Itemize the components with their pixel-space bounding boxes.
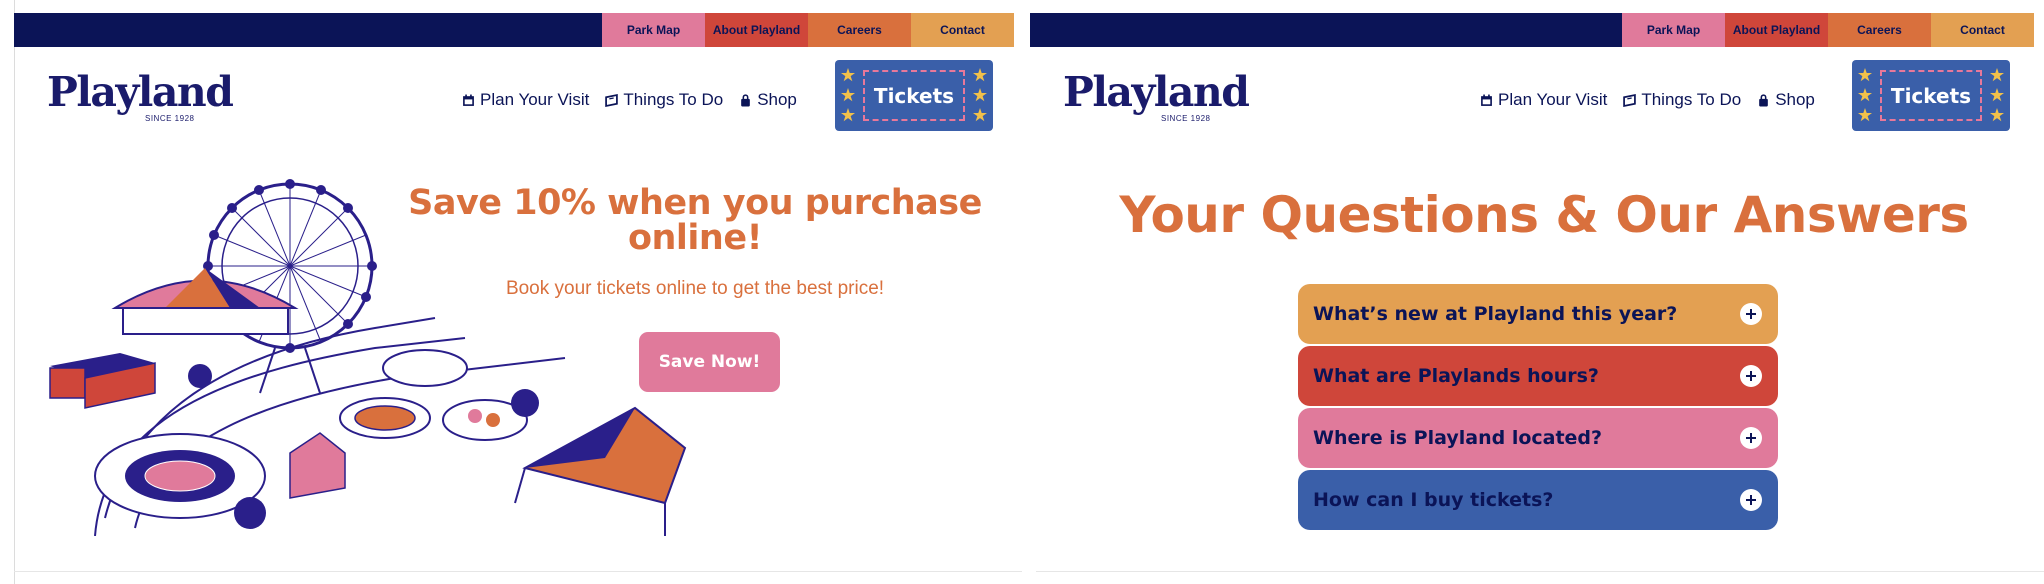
faq-accordion: What’s new at Playland this year? What a… [1298,284,1778,532]
star-icon [973,108,987,122]
section-divider [14,571,1022,572]
utility-nav-bar: Park Map About Playland Careers Contact [14,13,1014,47]
tickets-border: Tickets [863,70,965,121]
star-icon [841,88,855,102]
logo-tagline: SINCE 1928 [1161,114,1211,123]
nav-plan-your-visit[interactable]: Plan Your Visit [462,90,589,110]
main-nav: Plan Your Visit Things To Do Shop [462,90,797,110]
section-divider [1036,571,2044,572]
bag-icon [1759,93,1769,106]
faq-item-buy-tickets[interactable]: How can I buy tickets? [1298,470,1778,530]
utility-link-contact[interactable]: Contact [911,13,1014,47]
logo-wordmark: Playland [47,68,234,116]
faq-question: Where is Playland located? [1313,427,1603,449]
utility-nav-bar: Park Map About Playland Careers Contact [1030,13,2034,47]
star-icon [1858,108,1872,122]
faq-item-location[interactable]: Where is Playland located? [1298,408,1778,468]
utility-link-contact[interactable]: Contact [1931,13,2034,47]
ticket-icon [1623,93,1637,107]
page-edge-divider [14,0,15,584]
tickets-button[interactable]: Tickets [835,60,993,131]
utility-link-about-playland[interactable]: About Playland [705,13,808,47]
utility-link-park-map[interactable]: Park Map [1622,13,1725,47]
plus-icon[interactable] [1740,427,1762,449]
nav-label: Plan Your Visit [1498,90,1608,109]
utility-link-about-playland[interactable]: About Playland [1725,13,1828,47]
faq-question: How can I buy tickets? [1313,489,1554,511]
star-icon [841,68,855,82]
plus-icon[interactable] [1740,489,1762,511]
homepage-screen: Park Map About Playland Careers Contact … [0,0,1022,584]
nav-plan-your-visit[interactable]: Plan Your Visit [1480,90,1607,110]
utility-link-park-map[interactable]: Park Map [602,13,705,47]
nav-label: Things To Do [623,90,724,109]
promo-heading: Save 10% when you purchase online! [408,183,982,258]
star-icon [1990,68,2004,82]
faq-question: What are Playlands hours? [1313,365,1599,387]
star-icon [841,108,855,122]
calendar-icon [1481,94,1492,106]
nav-label: Shop [757,90,797,109]
playland-logo[interactable]: Playland SINCE 1928 [47,72,247,132]
main-nav: Plan Your Visit Things To Do Shop [1480,90,1815,110]
plus-icon[interactable] [1740,303,1762,325]
ticket-icon [605,93,619,107]
tickets-label: Tickets [873,83,955,108]
save-now-button[interactable]: Save Now! [639,332,780,392]
faq-item-whats-new[interactable]: What’s new at Playland this year? [1298,284,1778,344]
nav-things-to-do[interactable]: Things To Do [1623,90,1741,110]
logo-wordmark: Playland [1063,68,1250,116]
nav-label: Shop [1775,90,1815,109]
promo-subheading: Book your tickets online to get the best… [505,278,885,299]
star-icon [973,88,987,102]
bag-icon [741,93,751,106]
plus-icon[interactable] [1740,365,1762,387]
logo-tagline: SINCE 1928 [145,114,195,123]
tickets-border: Tickets [1880,70,1982,121]
star-icon [1858,68,1872,82]
star-icon [1858,88,1872,102]
playland-logo[interactable]: Playland SINCE 1928 [1063,72,1263,132]
tickets-button[interactable]: Tickets [1852,60,2010,131]
faq-screen: Park Map About Playland Careers Contact … [1022,0,2044,584]
faq-item-hours[interactable]: What are Playlands hours? [1298,346,1778,406]
faq-question: What’s new at Playland this year? [1313,303,1678,325]
utility-link-careers[interactable]: Careers [808,13,911,47]
faq-heading: Your Questions & Our Answers [1119,186,1969,244]
tickets-label: Tickets [1890,83,1972,108]
nav-label: Things To Do [1641,90,1742,109]
calendar-icon [463,94,474,106]
nav-label: Plan Your Visit [480,90,590,109]
star-icon [973,68,987,82]
star-icon [1990,108,2004,122]
nav-things-to-do[interactable]: Things To Do [605,90,723,110]
nav-shop[interactable]: Shop [1757,90,1815,110]
star-icon [1990,88,2004,102]
utility-link-careers[interactable]: Careers [1828,13,1931,47]
nav-shop[interactable]: Shop [739,90,797,110]
